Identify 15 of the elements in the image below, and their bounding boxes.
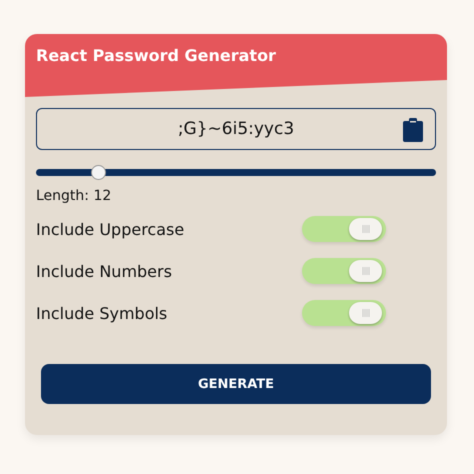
password-field[interactable]: ;G}~6i5:yyc3 bbox=[36, 108, 436, 150]
grip-icon bbox=[360, 224, 370, 234]
slider-thumb[interactable] bbox=[91, 165, 106, 180]
option-label: Include Symbols bbox=[36, 304, 168, 322]
grip-icon bbox=[360, 308, 370, 318]
option-label: Include Uppercase bbox=[36, 220, 184, 238]
toggle-switch[interactable] bbox=[302, 258, 386, 284]
generate-button[interactable]: GENERATE bbox=[41, 364, 431, 404]
length-label: Length: 12 bbox=[36, 188, 112, 204]
clipboard-icon[interactable] bbox=[403, 118, 423, 142]
grip-icon bbox=[360, 266, 370, 276]
app-title: React Password Generator bbox=[36, 46, 276, 65]
toggle-switch[interactable] bbox=[302, 300, 386, 326]
option-label: Include Numbers bbox=[36, 262, 172, 280]
toggle-switch[interactable] bbox=[302, 216, 386, 242]
